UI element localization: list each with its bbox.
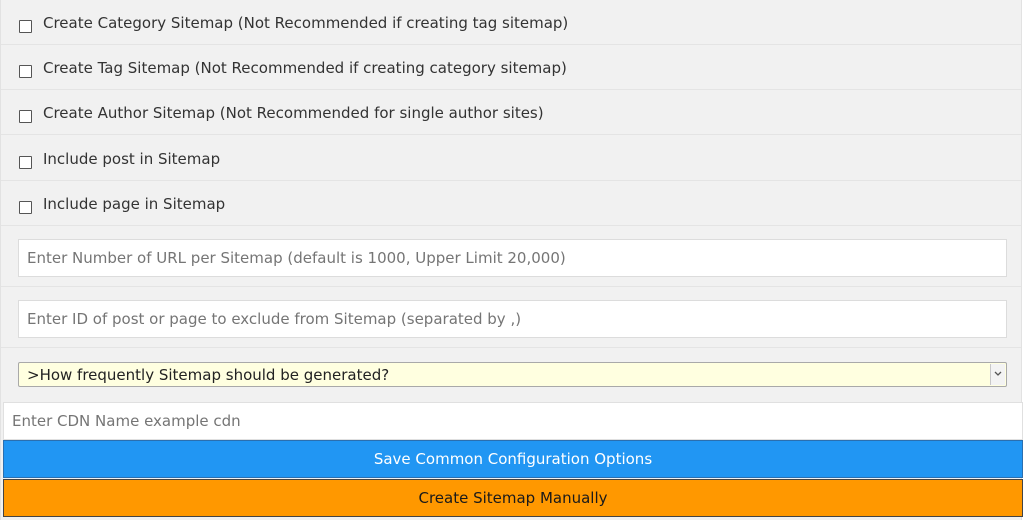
sitemap-settings-panel: Create Category Sitemap (Not Recommended… — [0, 0, 1023, 520]
chevron-down-icon — [994, 371, 1002, 376]
create-sitemap-manually-button[interactable]: Create Sitemap Manually — [3, 479, 1023, 517]
include-page-row: Include page in Sitemap — [1, 181, 1021, 226]
author-sitemap-checkbox[interactable] — [19, 110, 32, 123]
category-sitemap-label: Create Category Sitemap (Not Recommended… — [43, 14, 569, 32]
frequency-select-value: >How frequently Sitemap should be genera… — [27, 366, 390, 384]
category-sitemap-checkbox[interactable] — [19, 20, 32, 33]
url-per-sitemap-input[interactable] — [18, 239, 1007, 277]
include-page-label: Include page in Sitemap — [43, 195, 226, 213]
include-post-label: Include post in Sitemap — [43, 150, 221, 168]
category-sitemap-row: Create Category Sitemap (Not Recommended… — [1, 0, 1021, 45]
include-page-checkbox[interactable] — [19, 201, 32, 214]
author-sitemap-label: Create Author Sitemap (Not Recommended f… — [43, 104, 544, 122]
tag-sitemap-row: Create Tag Sitemap (Not Recommended if c… — [1, 45, 1021, 90]
include-post-row: Include post in Sitemap — [1, 136, 1021, 181]
exclude-ids-input[interactable] — [18, 300, 1007, 338]
frequency-select[interactable]: >How frequently Sitemap should be genera… — [18, 362, 1007, 387]
tag-sitemap-label: Create Tag Sitemap (Not Recommended if c… — [43, 59, 567, 77]
save-common-config-button[interactable]: Save Common Configuration Options — [3, 440, 1023, 478]
url-per-sitemap-row — [1, 226, 1021, 287]
select-arrow-button[interactable] — [990, 364, 1005, 385]
exclude-ids-row — [1, 287, 1021, 348]
tag-sitemap-checkbox[interactable] — [19, 65, 32, 78]
cdn-name-input[interactable] — [3, 402, 1023, 440]
author-sitemap-row: Create Author Sitemap (Not Recommended f… — [1, 90, 1021, 135]
include-post-checkbox[interactable] — [19, 156, 32, 169]
